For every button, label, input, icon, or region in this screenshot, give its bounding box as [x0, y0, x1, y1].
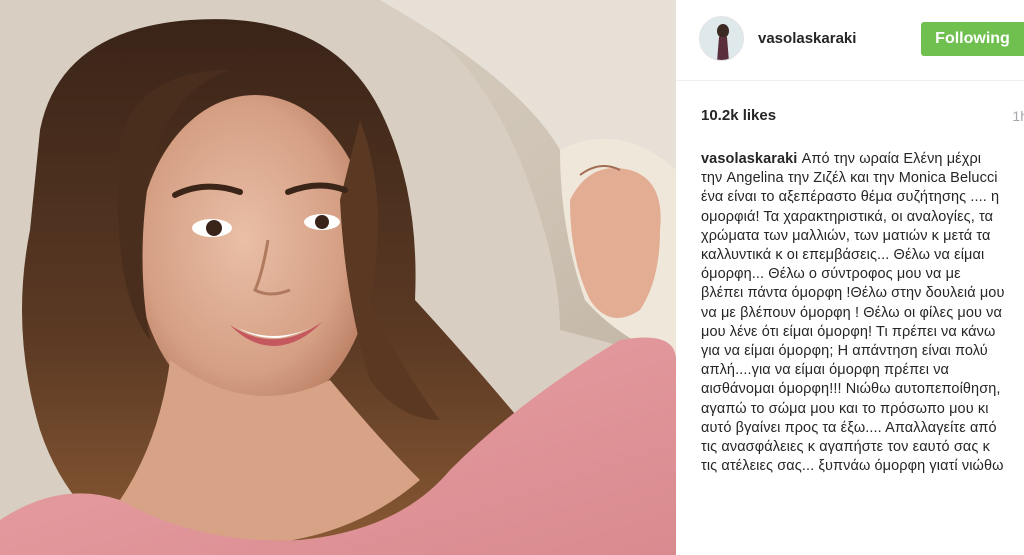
- caption-username-link[interactable]: vasolaskaraki: [701, 151, 797, 167]
- post-side-panel: vasolaskaraki Following 10.2k likes 1h v…: [676, 0, 1024, 555]
- username-link[interactable]: vasolaskaraki: [758, 30, 856, 47]
- following-button[interactable]: Following: [921, 22, 1024, 56]
- post-header: vasolaskaraki Following: [676, 0, 1024, 81]
- post-photo[interactable]: [0, 0, 676, 555]
- avatar[interactable]: [699, 16, 744, 61]
- caption-text: Από την ωραία Ελένη μέχρι την Angelina τ…: [701, 151, 1005, 475]
- likes-count[interactable]: 10.2k likes: [701, 107, 776, 124]
- instagram-post: vasolaskaraki Following 10.2k likes 1h v…: [0, 0, 1024, 555]
- post-caption: vasolaskaraki Από την ωραία Ελένη μέχρι …: [701, 150, 1006, 476]
- selfie-image: [0, 0, 676, 555]
- profile-photo-icon: [700, 17, 743, 60]
- post-time[interactable]: 1h: [1012, 108, 1024, 124]
